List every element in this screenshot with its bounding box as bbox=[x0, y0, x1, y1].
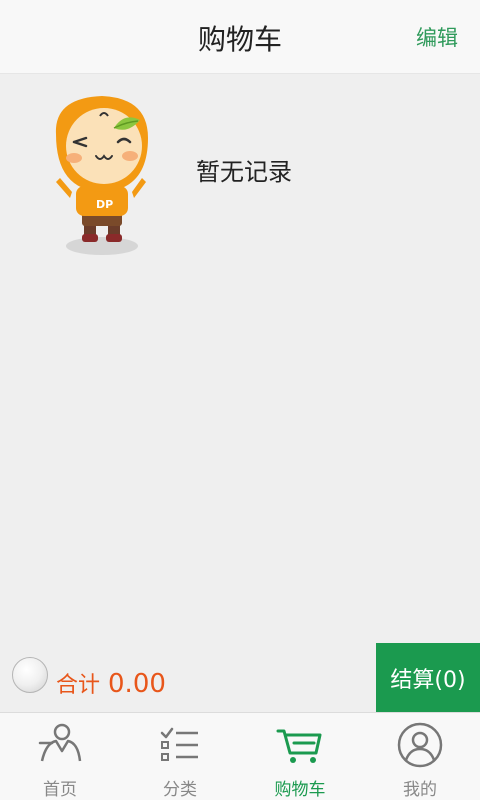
bottom-tab-bar: 首页 分类 购物车 我的 bbox=[0, 712, 480, 800]
category-list-icon bbox=[160, 727, 198, 761]
dp-mascot-icon: DP bbox=[55, 96, 148, 255]
empty-message: 暂无记录 bbox=[196, 158, 292, 186]
total-label: 合计 bbox=[56, 673, 101, 698]
tab-label: 首页 bbox=[43, 780, 77, 800]
select-all-checkbox[interactable] bbox=[12, 657, 48, 693]
total-price: 合计 0.00 bbox=[56, 667, 166, 699]
checkout-bar: 合计 0.00 结算(0) bbox=[0, 643, 480, 712]
cart-icon bbox=[276, 729, 322, 763]
tab-mine[interactable]: 我的 bbox=[360, 713, 480, 800]
tab-home[interactable]: 首页 bbox=[0, 713, 120, 800]
tab-label: 我的 bbox=[403, 780, 437, 800]
checkout-button[interactable]: 结算(0) bbox=[376, 643, 480, 712]
page-title: 购物车 bbox=[197, 23, 282, 56]
tab-cart[interactable]: 购物车 bbox=[240, 713, 360, 800]
svg-text:DP: DP bbox=[96, 198, 113, 211]
tab-label: 购物车 bbox=[274, 780, 326, 800]
total-amount: 0.00 bbox=[108, 669, 166, 699]
profile-icon bbox=[397, 722, 443, 768]
top-nav-bar: 购物车 编辑 bbox=[0, 0, 480, 74]
home-person-icon bbox=[38, 723, 82, 762]
tab-category[interactable]: 分类 bbox=[120, 713, 240, 800]
cart-empty-state: DP 暂无记录 bbox=[0, 74, 480, 644]
tab-label: 分类 bbox=[163, 780, 197, 800]
edit-button[interactable]: 编辑 bbox=[416, 22, 458, 52]
